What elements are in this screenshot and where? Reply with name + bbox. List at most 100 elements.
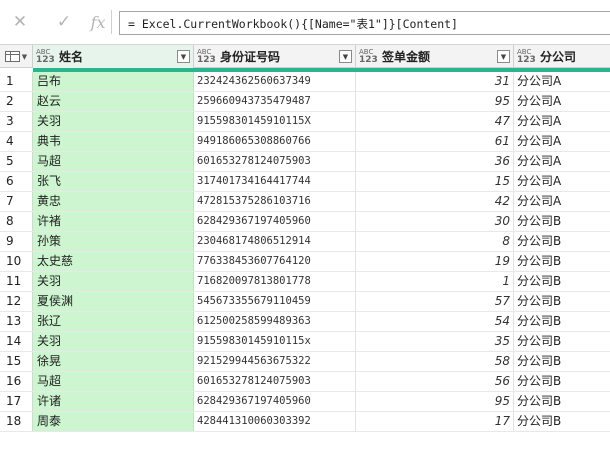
column-header-name[interactable]: ABC 123 姓名 ▼	[33, 45, 194, 68]
cell-name[interactable]: 许诸	[33, 392, 194, 411]
cell-id-number[interactable]: 91559830145910115X	[194, 112, 356, 131]
cell-name[interactable]: 周泰	[33, 412, 194, 431]
check-icon[interactable]: ✓	[50, 10, 78, 34]
cell-id-number[interactable]: 921529944563675322	[194, 352, 356, 371]
table-row[interactable]: 2 赵云 259660943735479487 95 分公司A	[0, 92, 610, 112]
row-number[interactable]: 5	[0, 152, 33, 171]
cell-name[interactable]: 夏侯渊	[33, 292, 194, 311]
table-row[interactable]: 15 徐晃 921529944563675322 58 分公司B	[0, 352, 610, 372]
row-number[interactable]: 2	[0, 92, 33, 111]
cell-branch[interactable]: 分公司A	[514, 172, 610, 191]
type-any-icon[interactable]: ABC 123	[517, 48, 537, 65]
cell-amount[interactable]: 19	[356, 252, 514, 271]
cell-branch[interactable]: 分公司B	[514, 372, 610, 391]
cell-name[interactable]: 马超	[33, 152, 194, 171]
row-number[interactable]: 7	[0, 192, 33, 211]
cell-branch[interactable]: 分公司B	[514, 312, 610, 331]
cell-branch[interactable]: 分公司A	[514, 92, 610, 111]
column-header-branch[interactable]: ABC 123 分公司	[514, 45, 610, 68]
filter-dropdown-icon[interactable]: ▼	[177, 50, 190, 63]
filter-dropdown-icon[interactable]: ▼	[497, 50, 510, 63]
cell-id-number[interactable]: 428441310060303392	[194, 412, 356, 431]
table-row[interactable]: 13 张辽 612500258599489363 54 分公司B	[0, 312, 610, 332]
cell-amount[interactable]: 47	[356, 112, 514, 131]
cell-branch[interactable]: 分公司B	[514, 392, 610, 411]
row-number[interactable]: 17	[0, 392, 33, 411]
cell-id-number[interactable]: 317401734164417744	[194, 172, 356, 191]
table-row[interactable]: 9 孙策 230468174806512914 8 分公司B	[0, 232, 610, 252]
table-row[interactable]: 10 太史慈 776338453607764120 19 分公司B	[0, 252, 610, 272]
row-number[interactable]: 3	[0, 112, 33, 131]
cell-amount[interactable]: 1	[356, 272, 514, 291]
table-row[interactable]: 6 张飞 317401734164417744 15 分公司A	[0, 172, 610, 192]
cell-amount[interactable]: 58	[356, 352, 514, 371]
cell-amount[interactable]: 15	[356, 172, 514, 191]
table-row[interactable]: 4 典韦 949186065308860766 61 分公司A	[0, 132, 610, 152]
cell-name[interactable]: 赵云	[33, 92, 194, 111]
row-number[interactable]: 13	[0, 312, 33, 331]
cell-amount[interactable]: 61	[356, 132, 514, 151]
cell-name[interactable]: 关羽	[33, 272, 194, 291]
type-any-icon[interactable]: ABC 123	[197, 48, 217, 65]
cell-branch[interactable]: 分公司B	[514, 292, 610, 311]
cell-id-number[interactable]: 776338453607764120	[194, 252, 356, 271]
cell-name[interactable]: 典韦	[33, 132, 194, 151]
cell-branch[interactable]: 分公司B	[514, 352, 610, 371]
cell-name[interactable]: 关羽	[33, 112, 194, 131]
table-row[interactable]: 7 黄忠 472815375286103716 42 分公司A	[0, 192, 610, 212]
cell-name[interactable]: 黄忠	[33, 192, 194, 211]
cell-id-number[interactable]: 259660943735479487	[194, 92, 356, 111]
close-icon[interactable]: ✕	[6, 10, 34, 34]
cell-name[interactable]: 马超	[33, 372, 194, 391]
formula-input[interactable]: = Excel.CurrentWorkbook(){[Name="表1"]}[C…	[119, 11, 610, 35]
row-number[interactable]: 6	[0, 172, 33, 191]
cell-id-number[interactable]: 628429367197405960	[194, 212, 356, 231]
type-any-icon[interactable]: ABC 123	[359, 48, 379, 65]
cell-branch[interactable]: 分公司B	[514, 232, 610, 251]
cell-name[interactable]: 孙策	[33, 232, 194, 251]
row-number[interactable]: 10	[0, 252, 33, 271]
table-row[interactable]: 5 马超 601653278124075903 36 分公司A	[0, 152, 610, 172]
row-number[interactable]: 16	[0, 372, 33, 391]
cell-amount[interactable]: 8	[356, 232, 514, 251]
cell-id-number[interactable]: 601653278124075903	[194, 372, 356, 391]
cell-amount[interactable]: 35	[356, 332, 514, 351]
cell-branch[interactable]: 分公司B	[514, 412, 610, 431]
cell-id-number[interactable]: 230468174806512914	[194, 232, 356, 251]
column-header-id[interactable]: ABC 123 身份证号码 ▼	[194, 45, 356, 68]
cell-name[interactable]: 吕布	[33, 72, 194, 91]
cell-branch[interactable]: 分公司B	[514, 272, 610, 291]
row-number[interactable]: 18	[0, 412, 33, 431]
cell-name[interactable]: 徐晃	[33, 352, 194, 371]
cell-amount[interactable]: 31	[356, 72, 514, 91]
cell-branch[interactable]: 分公司A	[514, 192, 610, 211]
cell-amount[interactable]: 42	[356, 192, 514, 211]
cell-name[interactable]: 张飞	[33, 172, 194, 191]
cell-name[interactable]: 张辽	[33, 312, 194, 331]
cell-id-number[interactable]: 232424362560637349	[194, 72, 356, 91]
cell-amount[interactable]: 95	[356, 92, 514, 111]
row-number[interactable]: 15	[0, 352, 33, 371]
cell-id-number[interactable]: 601653278124075903	[194, 152, 356, 171]
table-row[interactable]: 14 关羽 91559830145910115x 35 分公司B	[0, 332, 610, 352]
cell-id-number[interactable]: 949186065308860766	[194, 132, 356, 151]
cell-id-number[interactable]: 91559830145910115x	[194, 332, 356, 351]
row-number[interactable]: 1	[0, 72, 33, 91]
cell-id-number[interactable]: 612500258599489363	[194, 312, 356, 331]
cell-branch[interactable]: 分公司A	[514, 132, 610, 151]
table-row[interactable]: 3 关羽 91559830145910115X 47 分公司A	[0, 112, 610, 132]
cell-amount[interactable]: 95	[356, 392, 514, 411]
row-number[interactable]: 4	[0, 132, 33, 151]
cell-name[interactable]: 关羽	[33, 332, 194, 351]
table-row[interactable]: 17 许诸 628429367197405960 95 分公司B	[0, 392, 610, 412]
cell-branch[interactable]: 分公司B	[514, 252, 610, 271]
cell-id-number[interactable]: 628429367197405960	[194, 392, 356, 411]
cell-name[interactable]: 太史慈	[33, 252, 194, 271]
table-row[interactable]: 8 许褚 628429367197405960 30 分公司B	[0, 212, 610, 232]
cell-amount[interactable]: 57	[356, 292, 514, 311]
row-number[interactable]: 9	[0, 232, 33, 251]
row-number[interactable]: 11	[0, 272, 33, 291]
type-any-icon[interactable]: ABC 123	[36, 48, 56, 65]
table-row[interactable]: 16 马超 601653278124075903 56 分公司B	[0, 372, 610, 392]
row-number[interactable]: 14	[0, 332, 33, 351]
